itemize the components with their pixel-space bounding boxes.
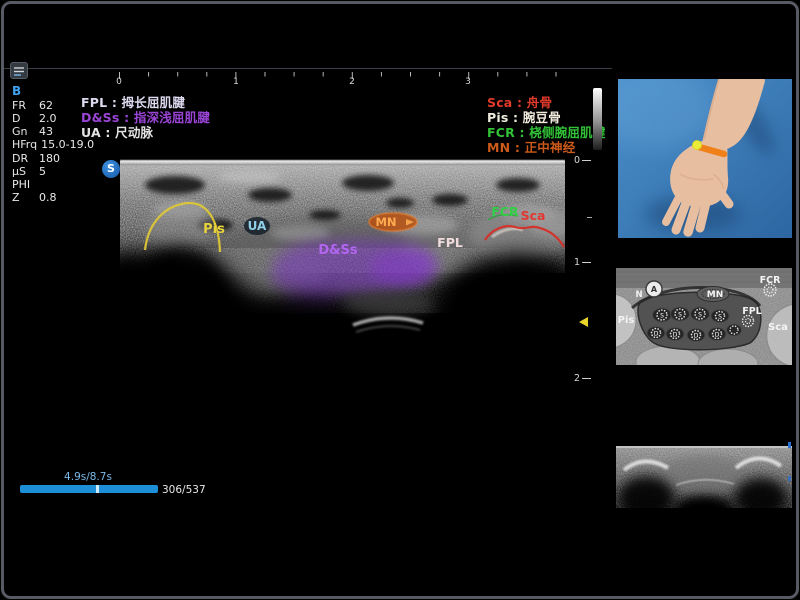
scan-label-mn: MN [375, 215, 396, 229]
depth-tick [582, 378, 591, 380]
diagram-label-sca: Sca [768, 322, 788, 333]
depth-tick [582, 262, 591, 264]
param-row: FR62 [12, 99, 53, 112]
param-label: PHI [12, 178, 39, 191]
reference-ultrasound-image [616, 440, 792, 522]
tendon-label-s: S [660, 312, 664, 319]
depth-tick [582, 160, 591, 162]
width-ruler [115, 68, 565, 87]
ruler-label-0: 0 [111, 77, 127, 87]
param-value: 43 [39, 125, 53, 138]
main-ultrasound-display: Pis UA D&Ss MN FPL FCR Sca [120, 153, 565, 415]
param-row: Z0.8 [12, 191, 57, 204]
diagram-label-n: N [635, 290, 642, 300]
cine-frame-counter: 306/537 [162, 484, 206, 496]
param-label: HFrq [12, 138, 41, 151]
depth-tick-half [585, 212, 592, 223]
thumbnail-marker-icon [788, 476, 791, 481]
param-label: FR [12, 99, 39, 112]
probe-position-photo[interactable] [618, 79, 792, 238]
param-value: 5 [39, 165, 46, 178]
scan-label-fpl: FPL [437, 235, 463, 250]
cine-time-display: 4.9s/8.7s [55, 471, 121, 483]
param-row: DR180 [12, 152, 60, 165]
hand-photo-image [618, 79, 792, 238]
depth-number: 1 [574, 257, 580, 268]
diagram-label-mn: MN [707, 290, 724, 300]
menu-button[interactable] [10, 62, 28, 79]
thumbnail-marker-icon [788, 442, 791, 448]
ruler-label-2: 2 [344, 77, 360, 87]
tendon-label-s: S [718, 313, 722, 320]
param-label: DR [12, 152, 39, 165]
param-label: Gn [12, 125, 39, 138]
param-label: Z [12, 191, 39, 204]
param-row: Gn43 [12, 125, 53, 138]
probe-orientation-dot [693, 141, 702, 150]
scan-label-pis: Pis [203, 222, 225, 237]
param-value: 62 [39, 99, 53, 112]
anatomy-cross-section-diagram[interactable]: S S S S D D D D N A MN FCR FPL Pis Sca [616, 268, 792, 365]
depth-label-2: 2 [574, 373, 591, 384]
scan-label-sca: Sca [521, 208, 546, 223]
scan-label-fcr: FCR [491, 204, 519, 219]
param-value: 2.0 [39, 112, 57, 125]
tendon-label-d: D [673, 331, 678, 338]
tendon-label-s: S [678, 311, 682, 318]
param-row: D2.0 [12, 112, 57, 125]
vendor-logo: S [102, 160, 120, 178]
cine-position-marker[interactable] [96, 485, 99, 493]
mode-indicator: B [12, 84, 21, 98]
param-row: PHI [12, 178, 39, 191]
anatomy-diagram-image: S S S S D D D D N A MN FCR FPL Pis Sca [616, 268, 792, 365]
menu-icon [13, 66, 25, 77]
scan-label-dss: D&Ss [318, 243, 357, 258]
ruler-ticks [115, 71, 565, 83]
ruler-label-1: 1 [228, 77, 244, 87]
grayscale-map-bar [593, 88, 602, 150]
diagram-label-fcr: FCR [760, 275, 781, 286]
param-value: 180 [39, 152, 60, 165]
diagram-label-a: A [651, 285, 658, 294]
ruler-label-3: 3 [460, 77, 476, 87]
param-row: μS5 [12, 165, 46, 178]
depth-tick [587, 217, 592, 219]
diagram-label-fpl: FPL [742, 306, 762, 317]
param-label: μS [12, 165, 39, 178]
cine-progress-bar[interactable] [20, 485, 158, 493]
depth-number: 0 [574, 155, 580, 166]
tendon-label-d: D [654, 330, 659, 337]
tendon-label-s: S [698, 311, 702, 318]
param-label: D [12, 112, 39, 125]
reference-ultrasound-thumbnail[interactable] [616, 440, 792, 522]
focus-position-marker[interactable] [579, 317, 588, 327]
depth-number: 2 [574, 373, 580, 384]
ultrasound-app-window: B FR62 D2.0 Gn43 HFrq15.0-19.0 DR180 μS5… [0, 0, 800, 600]
param-value: 0.8 [39, 191, 57, 204]
legend-item-ua: UA : 尺动脉 [81, 122, 153, 141]
depth-label-1: 1 [574, 257, 591, 268]
tendon-label-d: D [694, 332, 699, 339]
ultrasound-scan-image: Pis UA D&Ss MN FPL FCR Sca [120, 153, 565, 415]
depth-label-0: 0 [574, 155, 591, 166]
tendon-label-d: D [715, 331, 720, 338]
diagram-label-pis: Pis [618, 315, 635, 326]
scan-label-ua: UA [248, 219, 267, 233]
